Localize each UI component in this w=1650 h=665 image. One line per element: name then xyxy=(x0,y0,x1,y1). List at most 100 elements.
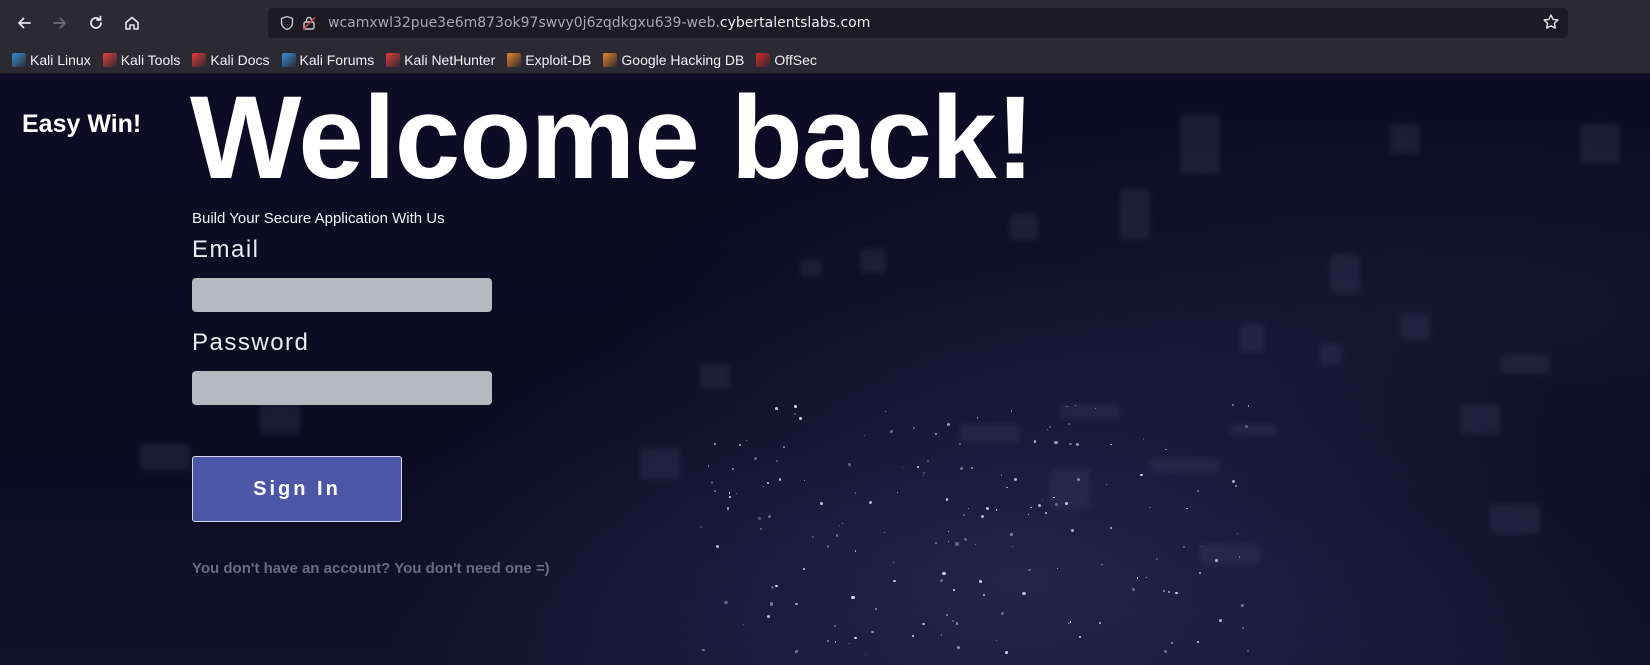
kali-docs-icon xyxy=(192,52,207,67)
background-light-dot xyxy=(1068,622,1070,625)
background-light-dot xyxy=(1000,611,1004,615)
email-label: Email xyxy=(192,236,260,263)
background-light-dot xyxy=(981,515,985,519)
background-light-dot xyxy=(1136,577,1139,579)
background-light-dot xyxy=(731,468,735,471)
background-light-dot xyxy=(700,525,703,528)
email-field[interactable] xyxy=(192,278,492,312)
background-light-dot xyxy=(724,600,728,605)
background-light-dot xyxy=(942,571,946,576)
background-light-dot xyxy=(716,544,720,548)
background-light-dot xyxy=(1000,473,1003,476)
background-light-dot xyxy=(739,444,741,446)
background-light-dot xyxy=(1142,438,1145,440)
background-light-dot xyxy=(834,641,837,643)
offsec-icon xyxy=(756,52,771,67)
background-light-dot xyxy=(952,588,955,591)
background-light xyxy=(1060,404,1120,418)
background-light-dot xyxy=(827,640,830,643)
background-light-dot xyxy=(1099,622,1102,624)
background-light xyxy=(860,249,886,273)
bookmark-item-kali-nethunter[interactable]: Kali NetHunter xyxy=(386,52,495,68)
background-light xyxy=(1240,324,1264,352)
background-light-dot xyxy=(885,410,887,413)
background-light-dot xyxy=(951,619,955,623)
background-light xyxy=(1330,254,1360,294)
background-light-dot xyxy=(826,545,830,548)
background-light-dot xyxy=(1156,557,1159,560)
bookmarks-bar: Kali Linux Kali Tools Kali Docs Kali Forums… xyxy=(0,46,1650,74)
background-light-dot xyxy=(851,595,855,599)
bookmark-label: OffSec xyxy=(774,51,817,68)
background-light xyxy=(1180,114,1220,174)
password-label: Password xyxy=(192,329,310,356)
background-light-dot xyxy=(1041,500,1043,502)
background-light-dot xyxy=(864,653,866,655)
background-light xyxy=(1230,424,1276,436)
background-light-dot xyxy=(995,639,997,641)
background-light-dot xyxy=(735,492,738,495)
background-light-dot xyxy=(793,404,797,408)
bookmark-item-kali-tools[interactable]: Kali Tools xyxy=(102,52,180,68)
background-light xyxy=(1120,189,1150,239)
bookmark-star-icon[interactable] xyxy=(1542,13,1560,36)
bookmark-item-offsec[interactable]: OffSec xyxy=(756,52,817,68)
background-light-dot xyxy=(1056,567,1059,570)
bookmark-item-google-hacking-db[interactable]: Google Hacking DB xyxy=(603,52,744,68)
browser-toolbar: wcamxwl32pue3e6m873ok97swvy0j6zqdkgxu639… xyxy=(0,0,1650,46)
background-light-dot xyxy=(804,480,806,482)
ghdb-icon xyxy=(603,52,618,67)
bookmark-label: Exploit-DB xyxy=(525,51,592,68)
background-light-dot xyxy=(974,544,976,546)
background-light-dot xyxy=(956,645,960,649)
background-light xyxy=(140,444,190,470)
bookmark-item-kali-forums[interactable]: Kali Forums xyxy=(281,52,374,68)
background-light-dot xyxy=(1076,443,1079,446)
password-field[interactable] xyxy=(192,371,492,405)
no-account-note: You don't have an account? You don't nee… xyxy=(192,560,550,577)
back-arrow-icon[interactable] xyxy=(8,7,40,39)
tracking-shield-icon[interactable] xyxy=(276,15,298,31)
background-light-dot xyxy=(1101,563,1104,566)
background-light-dot xyxy=(778,478,782,481)
background-light-dot xyxy=(871,630,874,634)
background-light-dot xyxy=(798,416,803,420)
background-light-dot xyxy=(922,471,926,475)
lock-icon[interactable] xyxy=(298,15,320,31)
background-light-dot xyxy=(1079,636,1081,638)
home-icon[interactable] xyxy=(116,7,148,39)
background-light-dot xyxy=(713,442,717,446)
sign-in-button[interactable]: Sign In xyxy=(192,456,402,522)
url-text: wcamxwl32pue3e6m873ok97swvy0j6zqdkgxu639… xyxy=(328,15,870,31)
bookmark-item-kali-linux[interactable]: Kali Linux xyxy=(12,52,91,68)
background-light-dot xyxy=(833,625,836,628)
url-domain: cybertalentslabs.com xyxy=(719,15,871,31)
background-light-dot xyxy=(982,593,986,597)
login-page: Easy Win! Welcome back! Build Your Secur… xyxy=(0,74,1650,665)
bookmark-item-exploit-db[interactable]: Exploit-DB xyxy=(507,52,591,68)
background-light-dot xyxy=(1044,511,1047,514)
background-light-dot xyxy=(759,528,763,531)
background-light-dot xyxy=(771,586,775,590)
background-light xyxy=(700,364,730,388)
background-light-dot xyxy=(770,602,774,606)
background-light xyxy=(1010,214,1038,240)
background-light-dot xyxy=(854,492,857,494)
background-light-dot xyxy=(963,537,967,541)
forward-arrow-icon[interactable] xyxy=(44,7,76,39)
background-light-dot xyxy=(1094,407,1096,409)
address-bar[interactable]: wcamxwl32pue3e6m873ok97swvy0j6zqdkgxu639… xyxy=(268,8,1568,38)
background-light xyxy=(800,259,822,277)
reload-icon[interactable] xyxy=(80,7,112,39)
background-light-dot xyxy=(754,457,758,461)
background-light-dot xyxy=(763,486,765,488)
bookmark-item-kali-docs[interactable]: Kali Docs xyxy=(192,51,270,68)
background-light-dot xyxy=(1010,532,1014,536)
background-light-dot xyxy=(1170,642,1173,645)
background-light-dot xyxy=(713,490,717,493)
background-light-dot xyxy=(767,481,770,484)
background-light-dot xyxy=(922,474,924,476)
background-light xyxy=(960,424,1020,442)
background-light-dot xyxy=(948,541,950,543)
bookmark-label: Kali Docs xyxy=(210,51,270,68)
